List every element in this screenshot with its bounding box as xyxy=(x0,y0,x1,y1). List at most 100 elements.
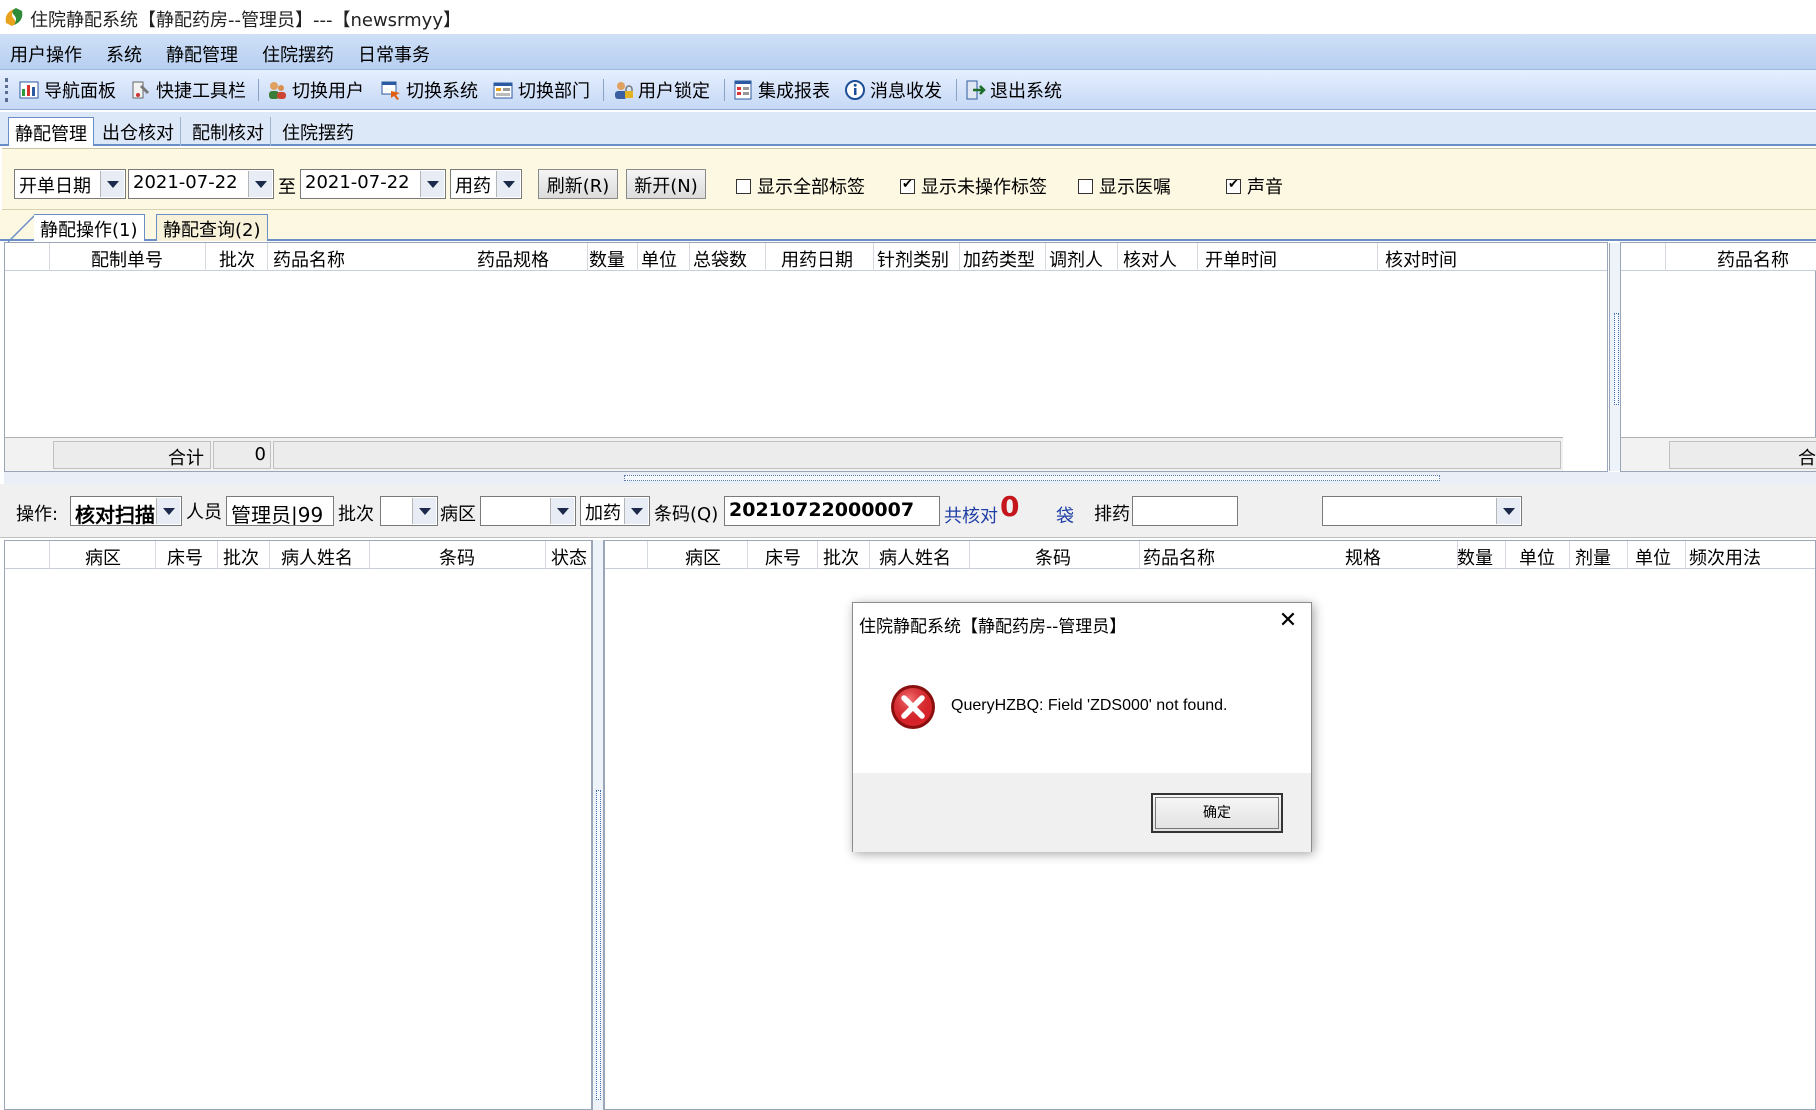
show-orders-label: 显示医嘱 xyxy=(1099,177,1171,198)
refresh-button[interactable]: 刷新(R) xyxy=(538,169,618,199)
col-checker[interactable]: 核对人 xyxy=(1123,246,1177,272)
iv-order-grid[interactable]: 配制单号 批次 药品名称 药品规格 数量 单位 总袋数 用药日期 针剂类别 加药… xyxy=(4,242,1623,472)
tab-inpatient-dispense[interactable]: 住院摆药 xyxy=(276,117,360,146)
exit-icon xyxy=(966,80,986,100)
tab-compounding-check[interactable]: 配制核对 xyxy=(186,117,271,146)
tab-outbound-check[interactable]: 出仓核对 xyxy=(96,117,181,146)
chevron-down-icon xyxy=(550,498,574,524)
menu-inpatient-dispense[interactable]: 住院摆药 xyxy=(262,41,334,67)
show-orders-checkbox[interactable] xyxy=(1078,179,1093,194)
toolbar: 导航面板 快捷工具栏 切换用户 切换系统 切换部门 用户锁定 集成报表 消息收发… xyxy=(0,70,1816,110)
info-icon xyxy=(845,80,865,100)
date-to-label: 至 xyxy=(278,177,296,198)
col-patient-name[interactable]: 病人姓名 xyxy=(281,544,353,570)
barcode-label: 条码(Q) xyxy=(654,504,719,525)
chevron-down-icon xyxy=(100,171,124,197)
tab-iv-management[interactable]: 静配管理 xyxy=(8,117,94,146)
show-unoperated-labels-checkbox[interactable] xyxy=(900,177,915,194)
grid-header: 配制单号 批次 药品名称 药品规格 数量 单位 总袋数 用药日期 针剂类别 加药… xyxy=(5,243,1607,271)
message-button[interactable]: 消息收发 xyxy=(844,77,942,103)
col-ward[interactable]: 病区 xyxy=(685,544,721,570)
col-quantity[interactable]: 数量 xyxy=(1457,544,1493,570)
menu-daily-affairs[interactable]: 日常事务 xyxy=(358,41,430,67)
menu-user-ops[interactable]: 用户操作 xyxy=(10,41,82,67)
module-tabs: 静配管理 出仓核对 配制核对 住院摆药 xyxy=(0,112,1816,146)
col-bed-no[interactable]: 床号 xyxy=(167,544,203,570)
col-dose-unit[interactable]: 单位 xyxy=(1635,544,1671,570)
tab-iv-operation[interactable]: 静配操作(1) xyxy=(34,214,145,241)
operate-mode-select[interactable]: 核对扫描 xyxy=(70,496,182,526)
col-batch[interactable]: 批次 xyxy=(823,544,859,570)
total-checked-count: 0 xyxy=(1000,490,1020,523)
col-injection-type[interactable]: 针剂类别 xyxy=(877,246,949,272)
medication-type-select[interactable]: 用药 xyxy=(450,169,522,199)
nav-panel-button[interactable]: 导航面板 xyxy=(18,77,116,103)
user-lock-button[interactable]: 用户锁定 xyxy=(612,77,710,103)
drug-summary-grid[interactable]: 药品名称 合 xyxy=(1620,242,1816,472)
person-field[interactable]: 管理员|99 xyxy=(226,496,334,526)
col-patient-name[interactable]: 病人姓名 xyxy=(879,544,951,570)
col-unit[interactable]: 单位 xyxy=(641,246,677,272)
dispense-input[interactable] xyxy=(1132,496,1238,526)
menu-bar: 用户操作 系统 静配管理 住院摆药 日常事务 xyxy=(0,34,1816,70)
users-icon xyxy=(269,82,286,99)
col-med-date[interactable]: 用药日期 xyxy=(781,246,853,272)
show-all-labels-label: 显示全部标签 xyxy=(757,177,865,198)
col-bed-no[interactable]: 床号 xyxy=(765,544,801,570)
col-drug-name[interactable]: 药品名称 xyxy=(273,246,345,272)
switch-system-button[interactable]: 切换系统 xyxy=(380,77,478,103)
col-drug-name[interactable]: 药品名称 xyxy=(1717,246,1789,272)
col-check-time[interactable]: 核对时间 xyxy=(1385,246,1457,272)
col-barcode[interactable]: 条码 xyxy=(1035,544,1071,570)
quick-toolbar-button[interactable]: 快捷工具栏 xyxy=(130,77,246,103)
col-drug-name[interactable]: 药品名称 xyxy=(1143,544,1215,570)
barcode-input[interactable]: 20210722000007 xyxy=(724,496,940,526)
toolbar-grip[interactable] xyxy=(5,78,8,102)
add-med-select[interactable]: 加药 xyxy=(580,496,650,526)
col-dispenser[interactable]: 调剂人 xyxy=(1049,246,1103,272)
exit-system-button[interactable]: 退出系统 xyxy=(964,77,1062,103)
extra-select[interactable] xyxy=(1322,496,1522,526)
col-ward[interactable]: 病区 xyxy=(85,544,121,570)
col-order-no[interactable]: 配制单号 xyxy=(91,246,163,272)
col-barcode[interactable]: 条码 xyxy=(439,544,475,570)
operate-label: 操作: xyxy=(16,504,59,525)
lower-vertical-splitter[interactable] xyxy=(592,540,604,1110)
col-order-time[interactable]: 开单时间 xyxy=(1205,246,1277,272)
chevron-down-icon xyxy=(624,498,648,524)
switch-department-button[interactable]: 切换部门 xyxy=(492,77,590,103)
col-batch[interactable]: 批次 xyxy=(219,246,255,272)
patient-grid[interactable]: 病区 床号 批次 病人姓名 条码 状态 xyxy=(4,540,592,1110)
col-quantity[interactable]: 数量 xyxy=(589,246,625,272)
ward-select[interactable] xyxy=(480,496,576,526)
dashboard-icon xyxy=(19,81,39,99)
col-status[interactable]: 状态 xyxy=(551,544,587,570)
col-spec[interactable]: 规格 xyxy=(1345,544,1381,570)
col-batch[interactable]: 批次 xyxy=(223,544,259,570)
integrated-report-button[interactable]: 集成报表 xyxy=(732,77,830,103)
new-open-button[interactable]: 新开(N) xyxy=(626,169,706,199)
show-all-labels-checkbox[interactable] xyxy=(736,179,751,194)
close-icon[interactable]: ✕ xyxy=(1275,609,1301,635)
col-dose[interactable]: 剂量 xyxy=(1575,544,1611,570)
col-drug-spec[interactable]: 药品规格 xyxy=(477,246,549,272)
tab-iv-query[interactable]: 静配查询(2) xyxy=(156,214,268,241)
menu-iv-management[interactable]: 静配管理 xyxy=(166,41,238,67)
chevron-down-icon xyxy=(412,498,436,524)
switch-user-button[interactable]: 切换用户 xyxy=(266,77,364,103)
col-unit[interactable]: 单位 xyxy=(1519,544,1555,570)
toolbar-separator xyxy=(956,79,957,101)
dialog-title: 住院静配系统【静配药房--管理员】 xyxy=(859,617,1127,637)
ok-button[interactable]: 确定 xyxy=(1151,793,1283,833)
sound-checkbox[interactable] xyxy=(1226,177,1241,194)
batch-select[interactable] xyxy=(380,496,438,526)
col-add-med-type[interactable]: 加药类型 xyxy=(963,246,1035,272)
date-type-select[interactable]: 开单日期 xyxy=(14,169,126,199)
operate-panel: 操作: 核对扫描 人员 管理员|99 批次 病区 加药 条码(Q) 202107… xyxy=(0,484,1816,538)
date-from-picker[interactable]: 2021-07-22 xyxy=(128,169,274,199)
col-total-bags[interactable]: 总袋数 xyxy=(693,246,747,272)
menu-system[interactable]: 系统 xyxy=(106,41,142,67)
date-to-picker[interactable]: 2021-07-22 xyxy=(300,169,446,199)
col-frequency[interactable]: 频次用法 xyxy=(1689,544,1761,570)
horizontal-splitter[interactable] xyxy=(4,472,1816,484)
